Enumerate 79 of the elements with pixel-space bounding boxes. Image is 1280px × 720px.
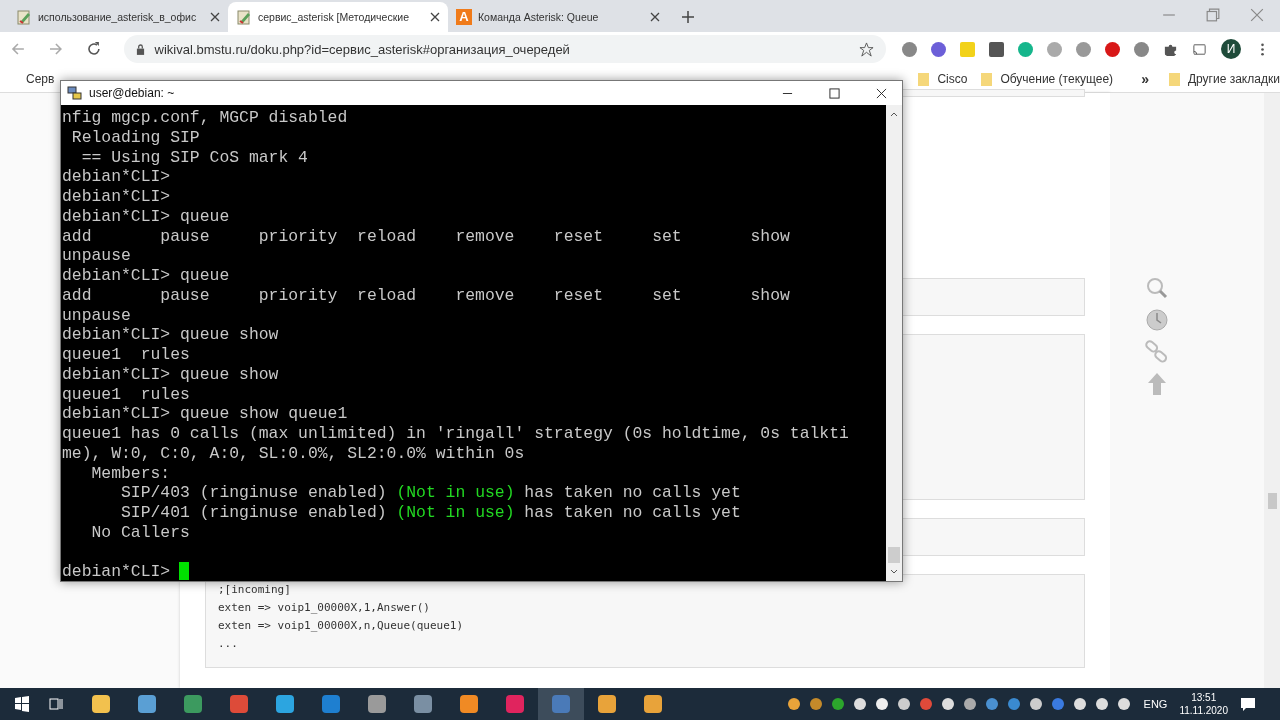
terminal-line: debian*CLI> queue show queue1 (62, 404, 349, 424)
close-icon[interactable] (210, 12, 220, 22)
tray-icon[interactable] (1095, 698, 1108, 710)
window-title: user@debian: ~ (89, 86, 175, 100)
more-bookmarks-button[interactable]: » (1141, 71, 1149, 87)
close-icon[interactable] (650, 12, 660, 22)
extension-icon[interactable] (989, 41, 1004, 57)
browser-tab[interactable]: A Команда Asterisk: Queue (448, 2, 668, 32)
browser-tab[interactable]: сервис_asterisk [Методические (228, 2, 448, 32)
tray-icon[interactable] (963, 698, 976, 710)
restore-icon[interactable] (1206, 8, 1220, 22)
terminal-line: add pause priority reload remove reset set show (62, 285, 791, 306)
new-tab-icon[interactable] (682, 11, 694, 23)
other-bookmarks[interactable]: Другие закладки (1168, 72, 1280, 86)
terminal-line: queue1 rules (62, 345, 191, 365)
star-icon[interactable] (859, 41, 874, 57)
address-bar[interactable]: wikival.bmstu.ru/doku.php?id=сервис_asterisk#организация_очередей (123, 35, 886, 63)
tray-icon[interactable] (941, 698, 954, 710)
tray-icon[interactable] (897, 698, 910, 710)
lock-icon (135, 43, 145, 55)
computers-icon (67, 85, 83, 101)
close-icon[interactable] (876, 87, 887, 99)
bookmark[interactable]: Обучение (текущее) (981, 72, 1114, 86)
terminal-line: debian*CLI> (62, 167, 172, 187)
terminal-line: debian*CLI> queue show (62, 325, 280, 345)
terminal-line: No Callers (90, 522, 191, 543)
bookmark[interactable]: Cisco (918, 72, 968, 86)
code-line: exten => voip1_00000X,1,Answer() (218, 600, 431, 616)
task-view-icon[interactable] (48, 696, 64, 712)
code-line: ;[incoming] (218, 582, 292, 598)
terminal-prompt: debian*CLI> (62, 562, 172, 581)
bookmark[interactable]: Серв (26, 72, 55, 86)
terminal-line: Reloading SIP (70, 127, 201, 148)
code-line: ... (218, 636, 239, 652)
terminal-line: queue1 has 0 calls (max unlimited) in 'ringall' strategy (0s holdtime, 0s talkti (62, 424, 850, 444)
clock-icon[interactable] (1145, 308, 1169, 332)
windows-start-icon[interactable] (14, 696, 30, 712)
terminal-line: debian*CLI> queue (62, 206, 231, 227)
scrollbar[interactable] (886, 105, 902, 581)
tray-icon[interactable] (1029, 698, 1042, 710)
search-icon[interactable] (1145, 276, 1169, 300)
tray-icon[interactable] (787, 698, 800, 710)
browser-tab[interactable]: использование_asterisk_в_офис (8, 2, 228, 32)
extension-icon[interactable] (1134, 41, 1149, 57)
maximize-icon[interactable] (829, 87, 840, 99)
terminal-line: debian*CLI> queue (62, 266, 231, 286)
terminal-line: == Using SIP CoS mark 4 (80, 147, 309, 168)
profile-avatar[interactable]: И (1221, 39, 1241, 59)
language-indicator[interactable]: ENG (1143, 698, 1168, 710)
tray-icon[interactable] (1073, 698, 1086, 710)
terminal-line: debian*CLI> (62, 187, 172, 207)
tray-icon[interactable] (875, 698, 888, 710)
scroll-thumb[interactable] (888, 547, 900, 563)
code-line: exten => voip1_00000X,n,Queue(queue1) (218, 618, 465, 634)
terminal-line: SIP/401 (ringinuse enabled) (Not in use) has taken no calls yet (120, 503, 742, 523)
cast-icon[interactable] (1192, 41, 1207, 57)
close-icon[interactable] (430, 12, 440, 22)
terminal-line: SIP/403 (ringinuse enabled) (Not in use) has taken no calls yet (120, 483, 742, 503)
tray-icon[interactable] (853, 698, 866, 710)
terminal-line: unpause (62, 246, 132, 266)
tab-favicon: A (456, 9, 472, 25)
notebook-icon (236, 9, 252, 25)
reload-icon[interactable] (85, 41, 102, 57)
text-cursor (179, 562, 190, 581)
notification-icon[interactable] (1240, 696, 1256, 712)
terminal-line: queue1 rules (62, 384, 191, 405)
notebook-icon (16, 9, 32, 25)
terminal-line: debian*CLI> queue show (62, 364, 280, 385)
extension-icon[interactable] (931, 41, 946, 57)
tray-icon[interactable] (1117, 698, 1130, 710)
clock[interactable]: 13:51 11.11.2020 (1179, 691, 1228, 717)
terminal-line: Members: (90, 463, 172, 484)
terminal-line: unpause (62, 305, 132, 326)
extension-icon[interactable] (902, 41, 917, 57)
terminal-line: nfig mgcp.conf, MGCP disabled (62, 108, 349, 128)
terminal-line: me), W:0, C:0, A:0, SL:0.0%, SL2:0.0% within 0s (62, 443, 526, 464)
scrollbar[interactable] (1264, 93, 1280, 688)
terminal-line: add pause priority reload remove reset set show (62, 226, 791, 247)
extension-icon[interactable] (1105, 41, 1120, 57)
